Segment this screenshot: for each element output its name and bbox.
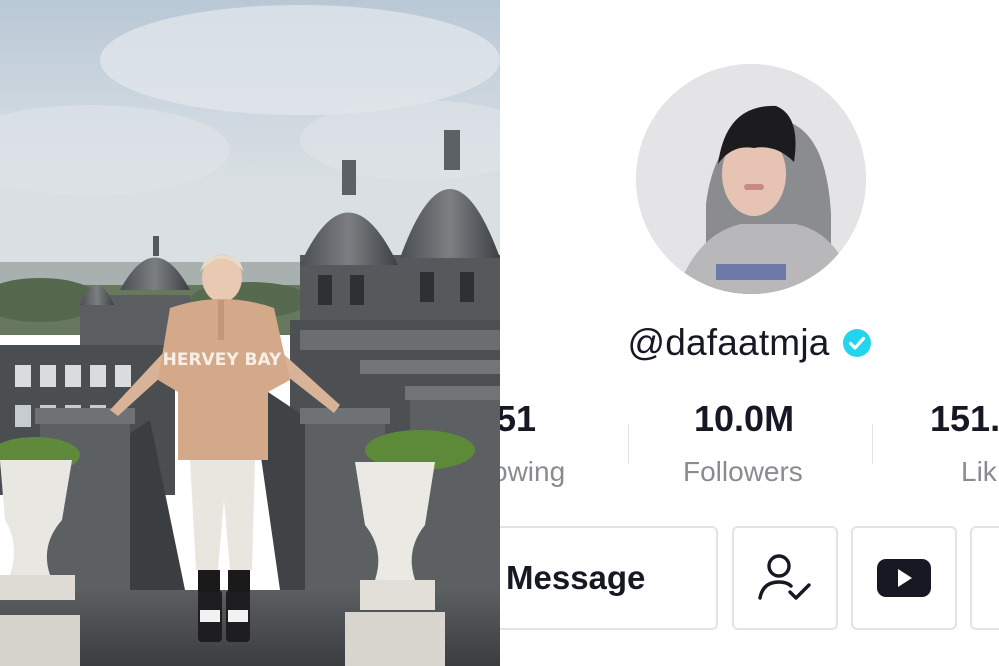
user-check-icon bbox=[758, 554, 811, 600]
more-options-button[interactable] bbox=[970, 526, 999, 630]
stat-divider bbox=[628, 424, 629, 464]
likes-count[interactable]: 151. bbox=[930, 398, 999, 440]
message-button-label: Message bbox=[506, 559, 646, 596]
avatar-image bbox=[636, 64, 866, 294]
profile-panel: @dafaatmja 51 owing 10.0M Followers 151.… bbox=[500, 0, 999, 666]
likes-label[interactable]: Lik bbox=[961, 456, 997, 488]
verified-badge-icon bbox=[842, 329, 871, 357]
following-status-button[interactable] bbox=[732, 526, 838, 630]
sweatshirt-print: HERVEY BAY bbox=[163, 350, 282, 370]
username-row: @dafaatmja bbox=[500, 318, 999, 368]
followers-count[interactable]: 10.0M bbox=[694, 398, 794, 440]
following-count[interactable]: 51 bbox=[500, 398, 536, 440]
following-label[interactable]: owing bbox=[500, 456, 565, 488]
rooftop-photo: HERVEY BAY bbox=[0, 0, 500, 666]
youtube-link-button[interactable] bbox=[851, 526, 957, 630]
followers-label[interactable]: Followers bbox=[683, 456, 803, 488]
stat-divider bbox=[872, 424, 873, 464]
photo-illustration: HERVEY BAY bbox=[0, 0, 500, 666]
username: @dafaatmja bbox=[627, 322, 830, 363]
profile-avatar[interactable] bbox=[636, 64, 866, 294]
youtube-icon bbox=[877, 559, 931, 597]
message-button[interactable]: Message bbox=[500, 526, 718, 630]
